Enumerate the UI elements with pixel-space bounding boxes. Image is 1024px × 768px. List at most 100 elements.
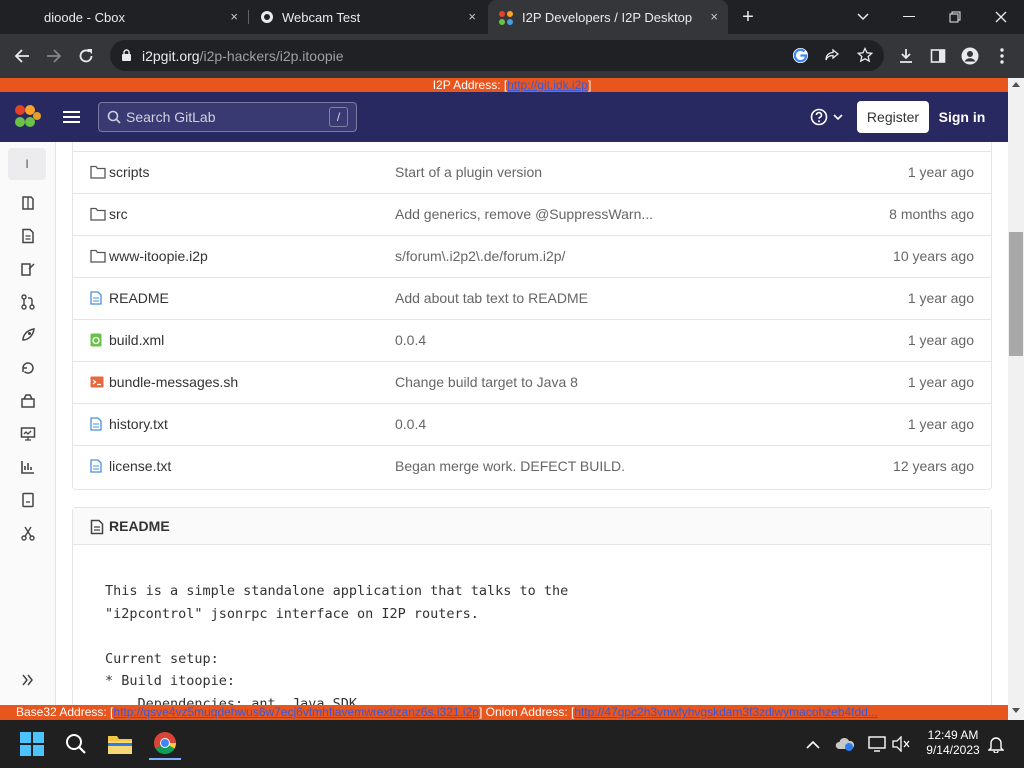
scrollbar-thumb[interactable] xyxy=(1009,232,1023,356)
commit-message-link[interactable]: 0.0.4 xyxy=(395,416,426,432)
i2p-address-link[interactable]: http://git.idk.i2p xyxy=(507,78,588,92)
commit-message-link[interactable]: Began merge work. DEFECT BUILD. xyxy=(395,458,625,474)
file-name-link[interactable]: scripts xyxy=(109,164,149,180)
vertical-scrollbar[interactable] xyxy=(1008,78,1024,720)
commit-message-link[interactable]: s/forum\.i2p2\.de/forum.i2p/ xyxy=(395,248,565,264)
table-row[interactable]: build.xml 0.0.4 1 year ago xyxy=(73,320,991,362)
readme-title[interactable]: README xyxy=(109,518,170,534)
table-row[interactable]: history.txt 0.0.4 1 year ago xyxy=(73,404,991,446)
operations-icon[interactable] xyxy=(14,356,42,380)
commit-message-link[interactable]: Add about tab text to README xyxy=(395,290,588,306)
sign-in-button[interactable]: Sign in xyxy=(937,101,987,133)
system-clock[interactable]: 12:49 AM 9/14/2023 xyxy=(918,728,988,758)
scroll-down-arrow-icon[interactable] xyxy=(1012,708,1020,714)
analytics-icon[interactable] xyxy=(14,455,42,479)
folder-icon xyxy=(90,165,106,181)
reload-icon[interactable] xyxy=(72,42,100,70)
file-name-link[interactable]: build.xml xyxy=(109,332,164,348)
monitor-icon[interactable] xyxy=(14,422,42,446)
forward-icon[interactable] xyxy=(40,42,68,70)
i2p-logo-icon[interactable] xyxy=(14,104,42,130)
shell-script-icon xyxy=(90,375,106,391)
table-row[interactable]: README Add about tab text to README 1 year… xyxy=(73,278,991,320)
tab-close-icon[interactable]: × xyxy=(230,9,238,24)
table-row[interactable]: license.txt Began merge work. DEFECT BUIL… xyxy=(73,446,991,488)
table-row[interactable]: scripts Start of a plugin version 1 year a… xyxy=(73,152,991,194)
merge-requests-icon[interactable] xyxy=(14,290,42,314)
i2p-address-suffix: ] xyxy=(587,78,592,92)
volume-muted-icon[interactable] xyxy=(885,728,917,760)
project-overview-icon[interactable] xyxy=(14,191,42,215)
side-panel-icon[interactable] xyxy=(924,42,952,70)
file-name-link[interactable]: README xyxy=(109,290,169,306)
folder-icon xyxy=(90,207,106,223)
show-hidden-icons-chevron-icon[interactable] xyxy=(797,728,829,760)
download-icon[interactable] xyxy=(892,42,920,70)
google-lens-icon[interactable] xyxy=(792,47,809,64)
onion-link[interactable]: http://47gpc2h3vnwfyhvgskdam3f3zdiwymaco… xyxy=(574,705,878,719)
file-name-link[interactable]: bundle-messages.sh xyxy=(109,374,238,390)
restore-icon[interactable] xyxy=(932,0,978,34)
last-update-time: 1 year ago xyxy=(907,332,974,348)
table-row[interactable]: src Add generics, remove @SuppressWarn...… xyxy=(73,194,991,236)
readme-line xyxy=(105,625,568,648)
tab-close-icon[interactable]: × xyxy=(468,9,476,24)
file-name-link[interactable]: history.txt xyxy=(109,416,168,432)
file-name-link[interactable]: www-itoopie.i2p xyxy=(109,248,208,264)
commit-message-link[interactable]: Add generics, remove @SuppressWarn... xyxy=(395,206,653,222)
last-update-time: 1 year ago xyxy=(907,416,974,432)
commit-message-link[interactable]: 0.0.4 xyxy=(395,332,426,348)
tab-title: I2P Developers / I2P Desktop UI · xyxy=(522,9,694,25)
address-bar[interactable]: i2pgit.org/i2p-hackers/i2p.itoopie xyxy=(110,40,884,71)
taskbar-search-icon[interactable] xyxy=(60,728,92,760)
windows-start-icon[interactable] xyxy=(16,728,48,760)
help-dropdown[interactable] xyxy=(810,108,846,126)
lock-icon[interactable] xyxy=(121,49,132,62)
minimize-icon[interactable] xyxy=(886,0,932,34)
project-avatar[interactable]: I xyxy=(8,148,46,180)
repository-icon[interactable] xyxy=(14,224,42,248)
chrome-taskbar-icon[interactable] xyxy=(149,728,181,760)
new-tab-button[interactable]: + xyxy=(726,0,770,34)
packages-icon[interactable] xyxy=(14,389,42,413)
issues-icon[interactable] xyxy=(14,257,42,281)
browser-tab-strip: dioode - Cbox × Webcam Test × I2P Develo… xyxy=(0,0,1024,34)
bookmark-star-icon[interactable] xyxy=(857,47,873,63)
close-window-icon[interactable] xyxy=(978,0,1024,34)
profile-icon[interactable] xyxy=(956,42,984,70)
search-input[interactable]: Search GitLab / xyxy=(98,102,357,132)
deployments-rocket-icon[interactable] xyxy=(14,323,42,347)
document-icon xyxy=(90,459,106,475)
commit-message-link[interactable]: Start of a plugin version xyxy=(395,164,542,180)
xml-file-icon xyxy=(90,333,106,349)
chrome-menu-icon[interactable] xyxy=(988,42,1016,70)
tab-search-icon[interactable] xyxy=(840,0,886,34)
tab-webcam-test[interactable]: Webcam Test × xyxy=(250,0,486,34)
back-icon[interactable] xyxy=(8,42,36,70)
tab-dioode-cbox[interactable]: dioode - Cbox × xyxy=(0,0,248,34)
onion-label: ] Onion Address: [ xyxy=(478,705,575,719)
table-row[interactable]: bundle-messages.sh Change build target to… xyxy=(73,362,991,404)
scroll-up-arrow-icon[interactable] xyxy=(1012,81,1020,87)
register-button[interactable]: Register xyxy=(857,101,929,133)
notifications-bell-icon[interactable] xyxy=(980,728,1012,760)
expand-sidebar-icon[interactable] xyxy=(14,668,42,692)
tab-close-icon[interactable]: × xyxy=(710,9,718,24)
readme-file-icon xyxy=(90,519,104,535)
wiki-icon[interactable] xyxy=(14,488,42,512)
base32-link[interactable]: http://qsve4vz5muqdehwus6w7ecj6vtmhfiave… xyxy=(113,705,479,719)
file-name-link[interactable]: src xyxy=(109,206,128,222)
snippets-scissors-icon[interactable] xyxy=(14,521,42,545)
hamburger-menu-icon[interactable] xyxy=(63,110,80,124)
commit-message-link[interactable]: Change build target to Java 8 xyxy=(395,374,578,390)
table-row-partial xyxy=(73,142,991,152)
onedrive-sync-icon[interactable] xyxy=(829,728,861,760)
share-icon[interactable] xyxy=(824,48,840,64)
last-update-time: 10 years ago xyxy=(893,248,974,264)
gitlab-header: Search GitLab / Register Sign in xyxy=(0,92,1008,142)
tab-i2p-developers[interactable]: I2P Developers / I2P Desktop UI · × xyxy=(488,0,728,34)
file-name-link[interactable]: license.txt xyxy=(109,458,171,474)
readme-line: * Build itoopie: xyxy=(105,673,236,689)
table-row[interactable]: www-itoopie.i2p s/forum\.i2p2\.de/forum.i… xyxy=(73,236,991,278)
file-explorer-icon[interactable] xyxy=(104,728,136,760)
